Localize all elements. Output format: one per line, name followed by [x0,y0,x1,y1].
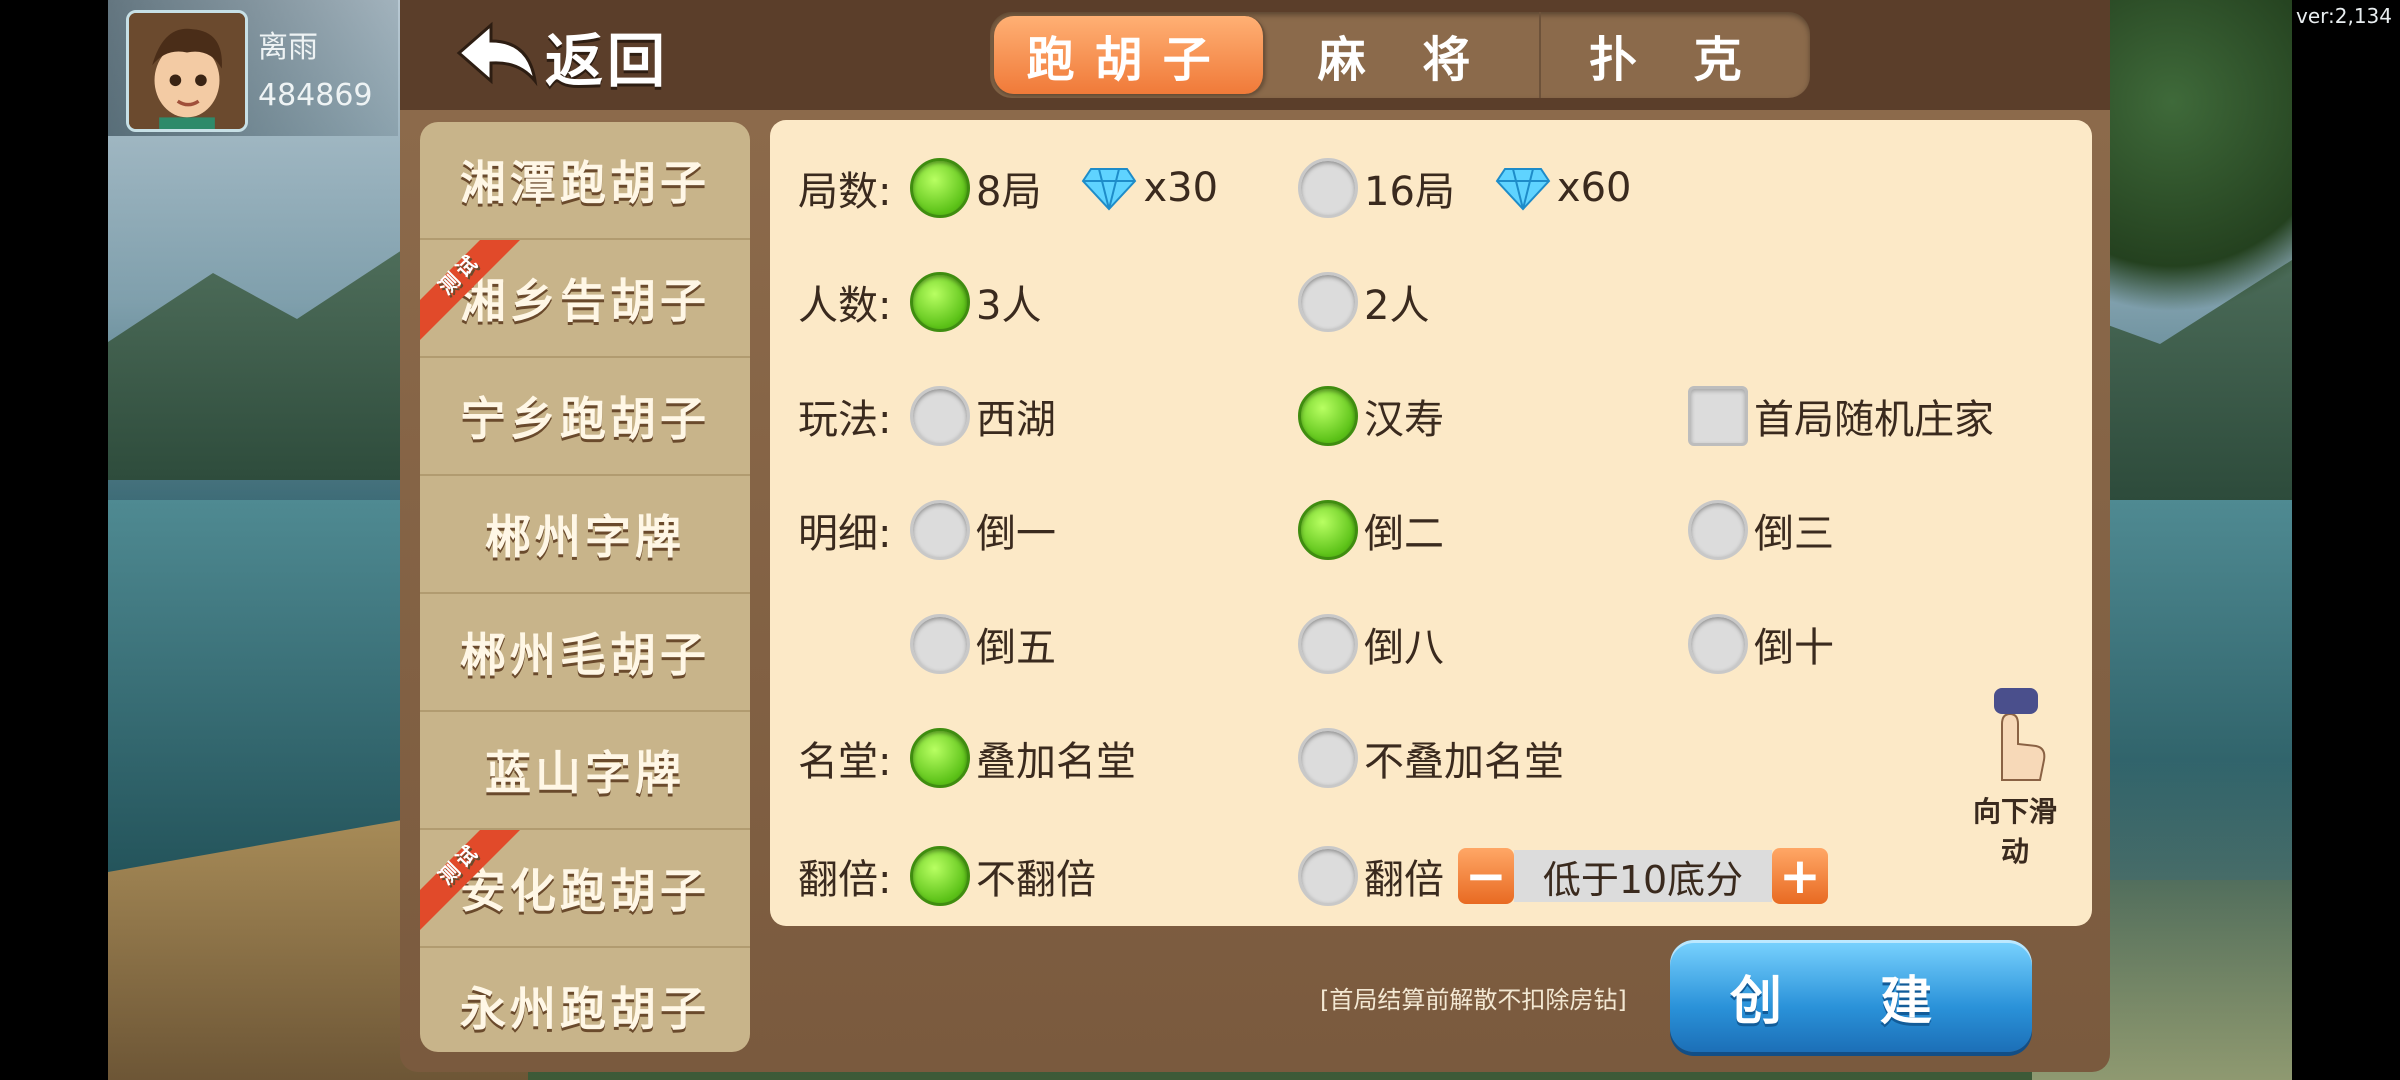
user-id: 484869 [258,78,373,113]
game-item[interactable]: 郴州字牌 [420,476,750,594]
detail-option-1[interactable]: 倒一 [910,490,1056,570]
players-option-2[interactable]: 2人 [1298,262,1429,342]
minus-button[interactable]: − [1458,847,1514,905]
radio-selected[interactable] [910,158,970,218]
game-list[interactable]: 湘潭跑胡子 测试 湘乡告胡子 宁乡跑胡子 郴州字牌 郴州毛胡子 蓝山字牌 测试 … [420,122,750,1052]
detail-option-10[interactable]: 倒十 [1688,604,1834,684]
radio-unselected[interactable] [910,614,970,674]
mode-row: 玩法: [798,376,908,456]
radio-unselected[interactable] [1298,846,1358,906]
tab-paohuzi[interactable]: 跑胡子 [994,16,1266,94]
test-badge-icon: 测试 [420,240,520,340]
radio-selected[interactable] [1298,500,1358,560]
radio-unselected[interactable] [1298,614,1358,674]
tab-mahjong[interactable]: 麻 将 [1269,12,1541,98]
game-item[interactable]: 测试 安化跑胡子 [420,830,750,948]
radio-selected[interactable] [1298,386,1358,446]
tab-poker[interactable]: 扑 克 [1541,12,1810,98]
hall-label: 名堂: [798,739,892,785]
rounds-option-16[interactable]: 16局 x60 [1298,148,1631,228]
username: 离雨 [258,30,318,65]
avatar[interactable] [126,10,248,132]
rounds-row: 局数: [798,148,908,228]
double-option-yes[interactable]: 翻倍 [1298,836,1444,916]
detail-option-5[interactable]: 倒五 [910,604,1056,684]
back-button[interactable]: 返回 [455,16,669,96]
dissolve-note: [首局结算前解散不扣除房钻] [1320,986,1627,1014]
game-item[interactable]: 湘潭跑胡子 [420,122,750,240]
hand-pointer-icon [1994,688,2046,781]
user-profile[interactable]: 离雨 484869 [108,0,398,136]
radio-unselected[interactable] [1298,728,1358,788]
mode-option-xihu[interactable]: 西湖 [910,376,1056,456]
radio-unselected[interactable] [910,500,970,560]
rounds-cost-60: x60 [1556,165,1632,211]
double-row: 翻倍: [798,836,908,916]
threshold-value: 低于10底分 [1514,850,1772,902]
hall-option-nostack[interactable]: 不叠加名堂 [1298,718,1564,798]
category-tabs: 跑胡子 麻 将 扑 克 [990,12,1810,98]
random-dealer-checkbox[interactable]: 首局随机庄家 [1688,376,1994,456]
detail-label: 明细: [798,511,892,557]
rounds-option-8[interactable]: 8局 x30 [910,148,1218,228]
swipe-hint-label: 向下滑动 [1972,795,2057,868]
players-label: 人数: [798,283,892,329]
test-badge-icon: 测试 [420,830,520,930]
rounds-cost-30: x30 [1143,165,1219,211]
hall-option-stack[interactable]: 叠加名堂 [910,718,1136,798]
players-option-3[interactable]: 3人 [910,262,1041,342]
hall-row: 名堂: [798,718,908,798]
game-item[interactable]: 郴州毛胡子 [420,594,750,712]
radio-unselected[interactable] [910,386,970,446]
version-label: ver:2,134 [2295,4,2392,28]
detail-option-3[interactable]: 倒三 [1688,490,1834,570]
radio-unselected[interactable] [1298,272,1358,332]
diamond-icon [1495,168,1551,211]
detail-option-8[interactable]: 倒八 [1298,604,1444,684]
back-arrow-icon [456,21,538,87]
radio-selected[interactable] [910,272,970,332]
radio-unselected[interactable] [1688,500,1748,560]
double-option-no[interactable]: 不翻倍 [910,836,1096,916]
create-button[interactable]: 创 建 [1670,940,2032,1052]
rounds-label: 局数: [798,169,892,215]
radio-unselected[interactable] [1298,158,1358,218]
double-label: 翻倍: [798,857,892,903]
threshold-stepper: − 低于10底分 + [1458,847,1828,905]
game-item[interactable]: 蓝山字牌 [420,712,750,830]
plus-button[interactable]: + [1772,847,1828,905]
back-label: 返回 [545,27,670,95]
radio-selected[interactable] [910,728,970,788]
radio-unselected[interactable] [1688,614,1748,674]
swipe-hint: 向下滑动 [1960,684,2070,868]
game-item[interactable]: 测试 湘乡告胡子 [420,240,750,358]
players-row: 人数: [798,262,908,342]
mode-option-hanshou[interactable]: 汉寿 [1298,376,1444,456]
detail-option-2[interactable]: 倒二 [1298,490,1444,570]
checkbox-unchecked[interactable] [1688,386,1748,446]
mode-label: 玩法: [798,397,892,443]
radio-selected[interactable] [910,846,970,906]
options-panel: 局数: 8局 x30 16局 x60 人数: 3人 2人 玩法: 西湖 汉寿 首… [770,120,2092,926]
game-item[interactable]: 宁乡跑胡子 [420,358,750,476]
diamond-icon [1082,168,1137,211]
detail-row: 明细: [798,490,908,570]
game-item[interactable]: 永州跑胡子 [420,948,750,1052]
